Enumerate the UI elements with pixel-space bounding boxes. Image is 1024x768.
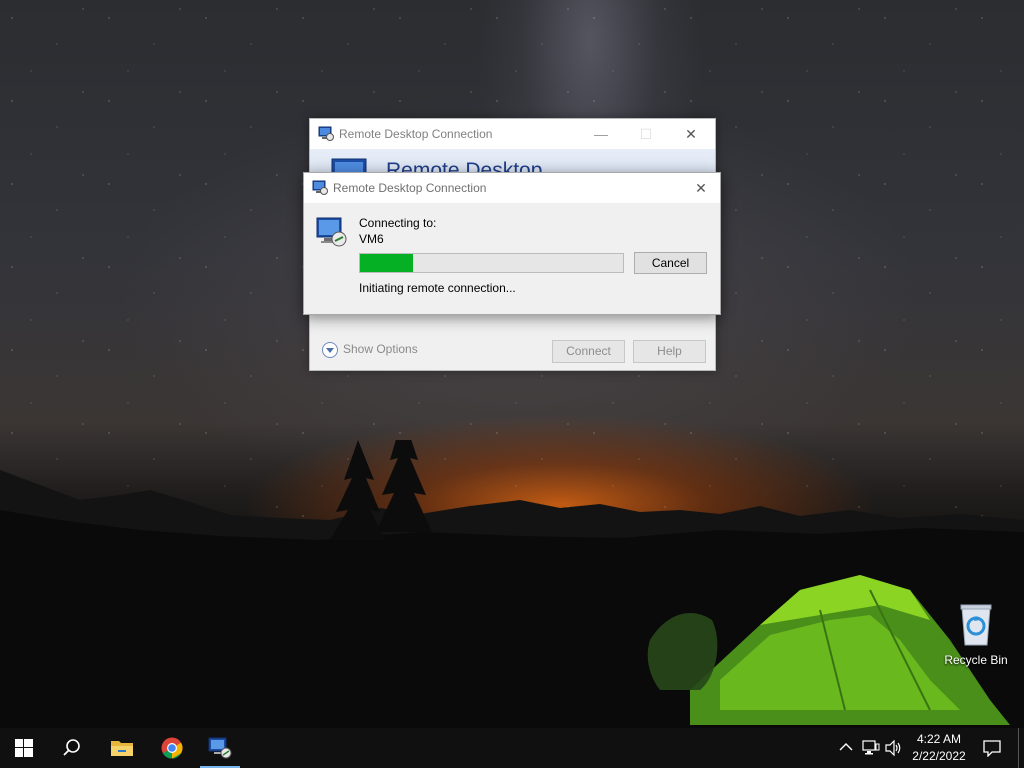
wallpaper-landscape (0, 440, 1024, 728)
search-icon (63, 739, 80, 756)
clock-date: 2/22/2022 (912, 749, 966, 763)
close-button[interactable]: ✕ (668, 119, 714, 149)
system-clock[interactable]: 4:22 AM 2/22/2022 (904, 731, 974, 765)
clock-time: 4:22 AM (916, 732, 962, 746)
remote-desktop-icon (318, 126, 334, 141)
notifications-icon[interactable] (983, 740, 1001, 757)
maximize-button[interactable]: ☐ (623, 119, 669, 149)
windows-logo-icon (15, 739, 33, 757)
show-desktop-button[interactable] (1018, 728, 1024, 768)
taskbar: 4:22 AM 2/22/2022 (0, 728, 1024, 768)
connect-button[interactable]: Connect (552, 340, 625, 363)
chrome-icon (161, 737, 183, 759)
volume-icon[interactable] (885, 740, 903, 756)
progress-fill (360, 254, 413, 272)
desktop-icon-recycle-bin[interactable]: Recycle Bin (940, 602, 1012, 667)
main-window-titlebar[interactable]: Remote Desktop Connection — ☐ ✕ (310, 119, 715, 149)
remote-computer-icon (316, 217, 347, 247)
start-button[interactable] (0, 728, 48, 768)
recycle-bin-icon (960, 604, 992, 646)
connecting-dialog: Remote Desktop Connection ✕ Connecting t… (303, 172, 721, 315)
cancel-button[interactable]: Cancel (634, 252, 707, 274)
main-window-title: Remote Desktop Connection (339, 127, 493, 141)
dialog-title: Remote Desktop Connection (333, 181, 487, 195)
close-icon[interactable]: ✕ (688, 177, 714, 199)
connection-progress-bar (359, 253, 624, 273)
dialog-titlebar[interactable]: Remote Desktop Connection ✕ (304, 173, 720, 203)
connection-status: Initiating remote connection... (359, 281, 516, 295)
expand-chevron-icon (322, 342, 338, 358)
search-button[interactable] (48, 728, 96, 768)
help-button[interactable]: Help (633, 340, 706, 363)
recycle-bin-label: Recycle Bin (944, 653, 1008, 667)
remote-desktop-icon (208, 737, 232, 759)
show-options-label: Show Options (343, 342, 418, 357)
host-name: VM6 (359, 232, 384, 246)
file-explorer-button[interactable] (98, 728, 146, 768)
network-icon[interactable] (862, 740, 880, 756)
remote-desktop-taskbar-button[interactable] (200, 728, 240, 768)
remote-desktop-icon (312, 180, 328, 195)
connecting-to-label: Connecting to: (359, 216, 437, 230)
folder-icon (111, 741, 133, 756)
chrome-button[interactable] (148, 728, 196, 768)
chevron-up-icon[interactable] (839, 742, 853, 752)
minimize-button[interactable]: — (578, 119, 624, 149)
show-options-toggle[interactable]: Show Options (322, 342, 418, 358)
